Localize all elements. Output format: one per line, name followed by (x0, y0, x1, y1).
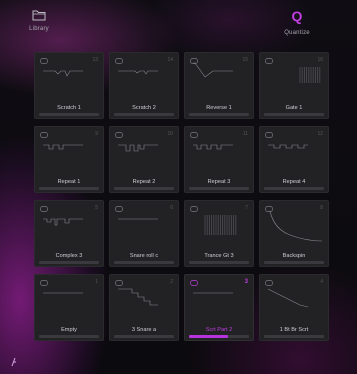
pad-12[interactable]: 8 Backspin (259, 200, 329, 267)
pad-14[interactable]: 23 Snare a (109, 274, 179, 341)
pad-7[interactable]: 11 Repeat 3 (184, 126, 254, 193)
pad-waveform (193, 144, 233, 150)
library-label: Library (29, 26, 49, 32)
pad-1[interactable]: 13 Scratch 1 (34, 52, 104, 119)
pad-waveform (267, 288, 309, 308)
pad-8[interactable]: 12 Repeat 4 (259, 126, 329, 193)
pad-waveform (43, 70, 83, 77)
pad-progress-bar (264, 335, 324, 338)
pad-progress-bar (264, 113, 324, 116)
pad-progress-bar (189, 261, 249, 264)
pad-label: Gate 1 (285, 105, 303, 111)
pad-label: Repeat 2 (132, 179, 156, 185)
pad-progress-bar (114, 261, 174, 264)
pad-waveform (269, 210, 323, 242)
pad-progress-bar (264, 261, 324, 264)
pad-waveform (43, 144, 83, 150)
pad-label: Backspin (282, 253, 306, 259)
pad-progress-bar (39, 113, 99, 116)
pad-progress-bar (39, 187, 99, 190)
pad-progress-bar (114, 335, 174, 338)
pad-6[interactable]: 10 Repeat 2 (109, 126, 179, 193)
pad-4[interactable]: 16 Gate 1 (259, 52, 329, 119)
corner-logo-icon (11, 357, 16, 367)
pad-waveform (43, 218, 83, 226)
quantize-label: Quantize (284, 30, 310, 36)
pad-progress-bar (189, 113, 249, 116)
pad-waveform (204, 215, 237, 235)
pad-label: Repeat 1 (57, 179, 81, 185)
pad-11[interactable]: 7 Trance Gt 3 (184, 200, 254, 267)
pad-progress-bar (189, 187, 249, 190)
pad-waveform (118, 70, 158, 75)
pad-waveform (193, 62, 233, 78)
quantize-icon: Q (291, 8, 303, 24)
pad-label: Scratch 1 (57, 105, 81, 111)
pad-label: 3 Snare a (131, 327, 157, 333)
pad-9[interactable]: 5 Complex 3 (34, 200, 104, 267)
pad-label: Scrt Part 2 (205, 327, 233, 333)
pad-10[interactable]: 6 Snare roll c (109, 200, 179, 267)
pad-13[interactable]: 1 Empty (34, 274, 104, 341)
pad-waveform (118, 218, 158, 220)
pad-label: Empty (61, 327, 77, 333)
pad-waveform (118, 288, 158, 306)
pad-progress-bar (114, 113, 174, 116)
pad-label: Trance Gt 3 (204, 253, 234, 259)
pad-5[interactable]: 9 Repeat 1 (34, 126, 104, 193)
pad-progress-bar (39, 335, 99, 338)
pad-15[interactable]: 3 Scrt Part 2 (184, 274, 254, 341)
folder-icon (32, 10, 46, 21)
pad-waveform (43, 292, 83, 294)
pad-label: Scratch 2 (132, 105, 156, 111)
library-button[interactable]: Library (19, 8, 59, 44)
pad-16[interactable]: 41 Bt Br Scrt (259, 274, 329, 341)
pad-waveform (299, 67, 321, 83)
pad-2[interactable]: 14 Scratch 2 (109, 52, 179, 119)
pad-progress-bar (189, 335, 249, 338)
pad-label: Repeat 4 (282, 179, 306, 185)
pad-label: 1 Bt Br Scrt (279, 327, 309, 333)
pad-waveform (268, 144, 308, 149)
pad-waveform (193, 292, 233, 294)
header-bar: Library Q Quantize (0, 0, 357, 48)
pad-label: Snare roll c (129, 253, 159, 259)
pad-waveform (118, 144, 158, 152)
pad-label: Complex 3 (55, 253, 83, 259)
pad-3[interactable]: 15 Reverse 1 (184, 52, 254, 119)
pad-progress-bar (39, 261, 99, 264)
quantize-button[interactable]: Q Quantize (276, 8, 318, 44)
pad-progress-fill (189, 335, 228, 338)
pad-label: Reverse 1 (206, 105, 232, 111)
pad-label: Repeat 3 (207, 179, 231, 185)
pad-progress-bar (114, 187, 174, 190)
pad-progress-bar (264, 187, 324, 190)
